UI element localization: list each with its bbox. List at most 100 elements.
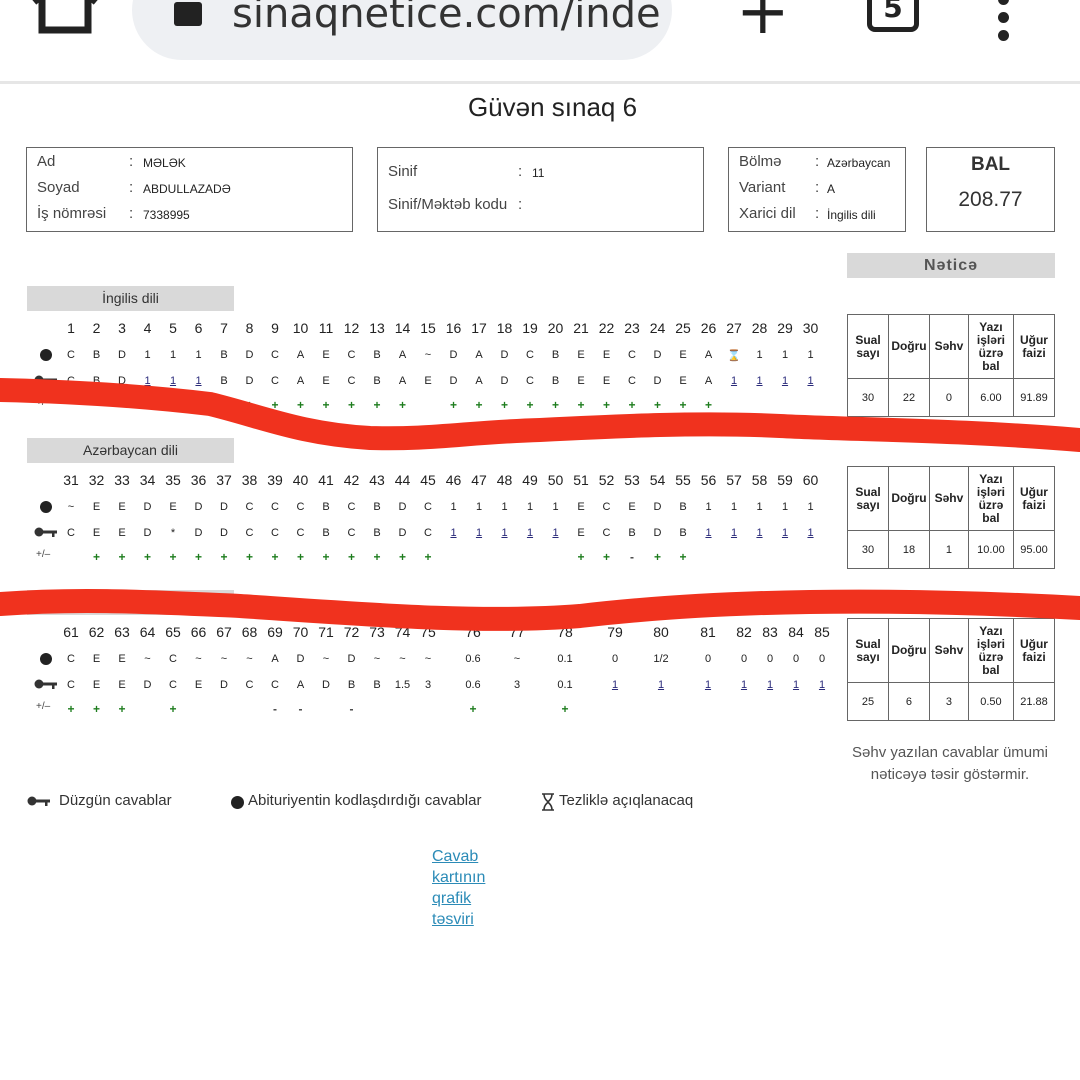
student-answer: 0 (818, 653, 826, 665)
stats-value-q-count: 25 (847, 682, 889, 721)
question-number: 80 (653, 624, 669, 640)
plus-minus-label: +/– (36, 549, 51, 560)
tab-switcher-button[interactable]: 5 (867, 0, 919, 32)
stats-value-wrong: 1 (928, 530, 969, 569)
correct-answer: 1 (657, 679, 665, 691)
result-mark: - (349, 702, 354, 716)
legend-student-label: Abituriyentin kodlaşdırdığı cavablar (248, 792, 482, 809)
more-menu-icon[interactable] (998, 0, 1010, 48)
stats-value-correct: 6 (887, 682, 930, 721)
student-answer: 1 (807, 349, 814, 361)
home-icon[interactable] (30, 0, 100, 36)
stats-value-success: 91.89 (1012, 378, 1056, 417)
plus-minus-label: +/– (36, 701, 51, 712)
question-number: 60 (802, 472, 819, 488)
foreign-language-label: Xarici dil (739, 205, 796, 222)
question-number: 81 (700, 624, 716, 640)
stats-header-success: Uğur faizi (1012, 314, 1056, 379)
result-mark: + (424, 550, 432, 564)
separator: : (815, 153, 820, 170)
stats-value-wrong: 3 (928, 682, 969, 721)
stats-value-written: 10.00 (967, 530, 1014, 569)
stats-value-written: 0.50 (967, 682, 1014, 721)
question-number: 30 (802, 320, 819, 336)
student-answer: 0.6 (465, 653, 481, 665)
stats-header-success: Uğur faizi (1012, 466, 1056, 531)
class-info-box: Sinif : 11 Sinif/Məktəb kodu : (377, 147, 704, 232)
result-mark: - (298, 702, 303, 716)
stats-header-q-count: Sual sayı (847, 618, 889, 683)
student-info-box: Ad : MƏLƏK Soyad : ABDULLAZADƏ İş nömrəs… (26, 147, 353, 232)
address-bar[interactable]: sinaqnetice.com/inde (132, 0, 672, 60)
correct-answer: 3 (424, 679, 432, 691)
correct-answer: 1 (818, 679, 826, 691)
section-value: Azərbaycan (827, 156, 891, 170)
question-number: 85 (814, 624, 830, 640)
class-value: 11 (532, 166, 545, 180)
stats-value-written: 6.00 (967, 378, 1014, 417)
student-answer: ~ (513, 653, 521, 665)
result-mark: + (469, 702, 477, 716)
browser-toolbar: sinaqnetice.com/inde + 5 (0, 0, 1080, 84)
correct-answer: 3 (513, 679, 521, 691)
stats-value-success: 21.88 (1012, 682, 1056, 721)
student-answers-dot-icon (40, 349, 52, 361)
score-value: 208.77 (958, 188, 1023, 211)
stats-header-q-count: Sual sayı (847, 314, 889, 379)
subject-stats-table: Sual sayı Doğru Səhv Yazı işləri üzrə bal Uğ… (847, 314, 1056, 417)
student-answer: 1/2 (653, 653, 669, 665)
stats-header-correct: Doğru (887, 618, 930, 683)
surname-value: ABDULLAZADƏ (143, 182, 231, 196)
hourglass-icon (542, 793, 554, 811)
question-number: 75 (420, 624, 436, 640)
section-label: Bölmə (739, 153, 782, 170)
question-number: 79 (607, 624, 623, 640)
question-number: 76 (465, 624, 481, 640)
url-text[interactable]: sinaqnetice.com/inde (232, 0, 662, 42)
section-info-box: Bölmə : Azərbaycan Variant : A Xarici di… (728, 147, 906, 232)
lock-icon (174, 2, 202, 26)
page-title: Güvən sınaq 6 (467, 92, 638, 122)
correct-answer: 0.6 (465, 679, 481, 691)
student-answer: ~ (424, 653, 432, 665)
correct-answer: 1 (611, 679, 619, 691)
stats-header-wrong: Səhv (928, 314, 969, 379)
result-mark: + (679, 550, 687, 564)
correct-answers-key-icon (34, 527, 57, 537)
correct-answer: 1 (807, 527, 814, 539)
result-mark: + (398, 398, 406, 412)
question-number: 78 (557, 624, 573, 640)
stats-value-correct: 22 (887, 378, 930, 417)
score-box: BAL 208.77 (926, 147, 1055, 232)
separator: : (518, 196, 523, 213)
subject-stats-table: Sual sayı Doğru Səhv Yazı işləri üzrə bal Uğ… (847, 466, 1056, 569)
name-value: MƏLƏK (143, 156, 186, 170)
correct-answer: 1 (807, 375, 814, 387)
stats-header-wrong: Səhv (928, 466, 969, 531)
section-header: Azərbaycan dili (27, 438, 234, 463)
work-no-label: İş nömrəsi (37, 205, 107, 222)
correct-answer: 1 (704, 679, 712, 691)
key-icon (27, 796, 50, 806)
correct-answers-key-icon (34, 375, 57, 385)
stats-header-wrong: Səhv (928, 618, 969, 683)
plus-minus-label: +/– (36, 397, 51, 408)
new-tab-icon[interactable]: + (736, 0, 790, 44)
separator: : (518, 163, 523, 180)
section-header: İngilis dili (27, 286, 234, 311)
student-answer: 1 (807, 501, 814, 513)
stats-header-written: Yazı işləri üzrə bal (967, 466, 1014, 531)
stats-value-q-count: 30 (847, 378, 889, 417)
correct-answer: 0.1 (557, 679, 573, 691)
legend-correct-label: Düzgün cavablar (59, 792, 172, 809)
result-mark: + (704, 398, 712, 412)
student-answer: 0 (611, 653, 619, 665)
result-mark: + (169, 702, 177, 716)
foreign-language-value: İngilis dili (827, 208, 876, 222)
result-mark: + (561, 702, 569, 716)
answer-card-link[interactable]: Cavab kartının qrafik təsviri (432, 846, 502, 930)
subject-stats-table: Sual sayı Doğru Səhv Yazı işləri üzrə bal Uğ… (847, 618, 1056, 721)
stats-header-correct: Doğru (887, 314, 930, 379)
stats-value-q-count: 30 (847, 530, 889, 569)
student-answer: 0 (704, 653, 712, 665)
